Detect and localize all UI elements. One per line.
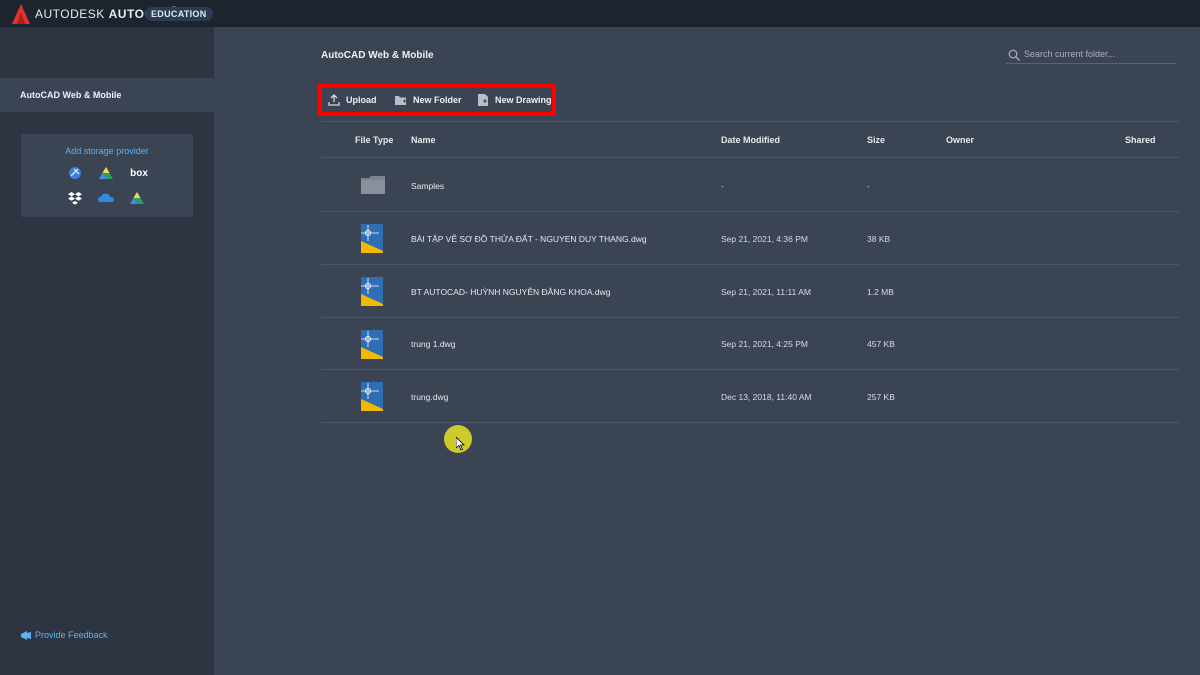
dwg-file-icon xyxy=(361,330,383,359)
sidebar-item-label: AutoCAD Web & Mobile xyxy=(20,90,122,100)
dwg-file-icon xyxy=(361,224,383,253)
new-folder-label: New Folder xyxy=(413,95,462,105)
provide-feedback-link[interactable]: Provide Feedback xyxy=(21,630,108,640)
new-folder-button[interactable]: New Folder xyxy=(395,93,462,107)
google-drive-icon[interactable] xyxy=(129,191,145,205)
table-row[interactable]: BT AUTOCAD- HUỲNH NGUYỄN ĐĂNG KHOA.dwg S… xyxy=(321,265,1179,317)
file-name[interactable]: Samples xyxy=(411,181,444,191)
file-date: Sep 21, 2021, 4:25 PM xyxy=(721,339,808,349)
autocad-logo-icon xyxy=(12,4,30,24)
dwg-file-icon xyxy=(361,382,383,411)
edition-badge: EDUCATION xyxy=(145,7,213,21)
table-row[interactable]: trung.dwg Dec 13, 2018, 11:40 AM 257 KB xyxy=(321,370,1179,422)
dropbox-icon[interactable] xyxy=(67,191,83,205)
file-date: Dec 13, 2018, 11:40 AM xyxy=(721,392,812,402)
column-header-file-type[interactable]: File Type xyxy=(355,135,393,145)
upload-label: Upload xyxy=(346,95,377,105)
search-input[interactable] xyxy=(1024,47,1174,61)
top-bar: AUTODESK AUTOCAD® EDUCATION xyxy=(0,0,1200,27)
file-size: 457 KB xyxy=(867,339,895,349)
sidebar-item-autocad-web-mobile[interactable]: AutoCAD Web & Mobile xyxy=(0,78,214,112)
new-drawing-button[interactable]: New Drawing xyxy=(478,93,552,107)
column-header-date-modified[interactable]: Date Modified xyxy=(721,135,780,145)
upload-button[interactable]: Upload xyxy=(328,93,377,107)
file-date: Sep 21, 2021, 4:36 PM xyxy=(721,234,808,244)
search-icon xyxy=(1008,49,1020,61)
file-size: 257 KB xyxy=(867,392,895,402)
table-row[interactable]: BÀI TẬP VẼ SƠ ĐỒ THỬA ĐẤT - NGUYEN DUY T… xyxy=(321,212,1179,264)
box-label: box xyxy=(130,167,148,179)
file-name[interactable]: trung 1.dwg xyxy=(411,339,455,349)
file-date: Sep 21, 2021, 11:11 AM xyxy=(721,287,811,297)
file-name[interactable]: trung.dwg xyxy=(411,392,448,402)
new-folder-icon xyxy=(395,95,406,105)
file-size: 38 KB xyxy=(867,234,891,244)
file-name[interactable]: BÀI TẬP VẼ SƠ ĐỒ THỬA ĐẤT - NGUYEN DUY T… xyxy=(411,234,647,244)
file-size: - xyxy=(867,181,870,191)
column-header-owner[interactable]: Owner xyxy=(946,135,974,145)
table-row[interactable]: trung 1.dwg Sep 21, 2021, 4:25 PM 457 KB xyxy=(321,318,1179,370)
autocad-web-icon[interactable] xyxy=(67,166,83,180)
page-title: AutoCAD Web & Mobile xyxy=(321,50,434,61)
storage-provider-panel: Add storage provider box xyxy=(21,134,193,217)
file-date: - xyxy=(721,181,724,191)
new-drawing-icon xyxy=(478,94,488,106)
dwg-file-icon xyxy=(361,277,383,306)
search-box[interactable] xyxy=(1006,46,1176,64)
add-storage-provider-link[interactable]: Add storage provider xyxy=(21,146,193,156)
divider xyxy=(321,422,1179,423)
column-header-size[interactable]: Size xyxy=(867,135,885,145)
file-name[interactable]: BT AUTOCAD- HUỲNH NGUYỄN ĐĂNG KHOA.dwg xyxy=(411,287,610,297)
provide-feedback-label: Provide Feedback xyxy=(35,630,108,640)
upload-icon xyxy=(328,94,340,106)
table-row[interactable]: Samples - - xyxy=(321,158,1179,210)
file-size: 1.2 MB xyxy=(867,287,894,297)
column-header-shared[interactable]: Shared xyxy=(1125,135,1156,145)
column-header-name[interactable]: Name xyxy=(411,135,436,145)
box-icon[interactable]: box xyxy=(129,166,149,180)
onedrive-icon[interactable] xyxy=(98,191,114,205)
divider xyxy=(321,121,1179,122)
mouse-cursor-icon xyxy=(456,437,465,451)
sidebar: AutoCAD Web & Mobile Add storage provide… xyxy=(0,27,214,675)
google-drive-icon[interactable] xyxy=(98,166,114,180)
new-drawing-label: New Drawing xyxy=(495,95,552,105)
folder-icon xyxy=(361,176,385,194)
megaphone-icon xyxy=(21,630,31,640)
